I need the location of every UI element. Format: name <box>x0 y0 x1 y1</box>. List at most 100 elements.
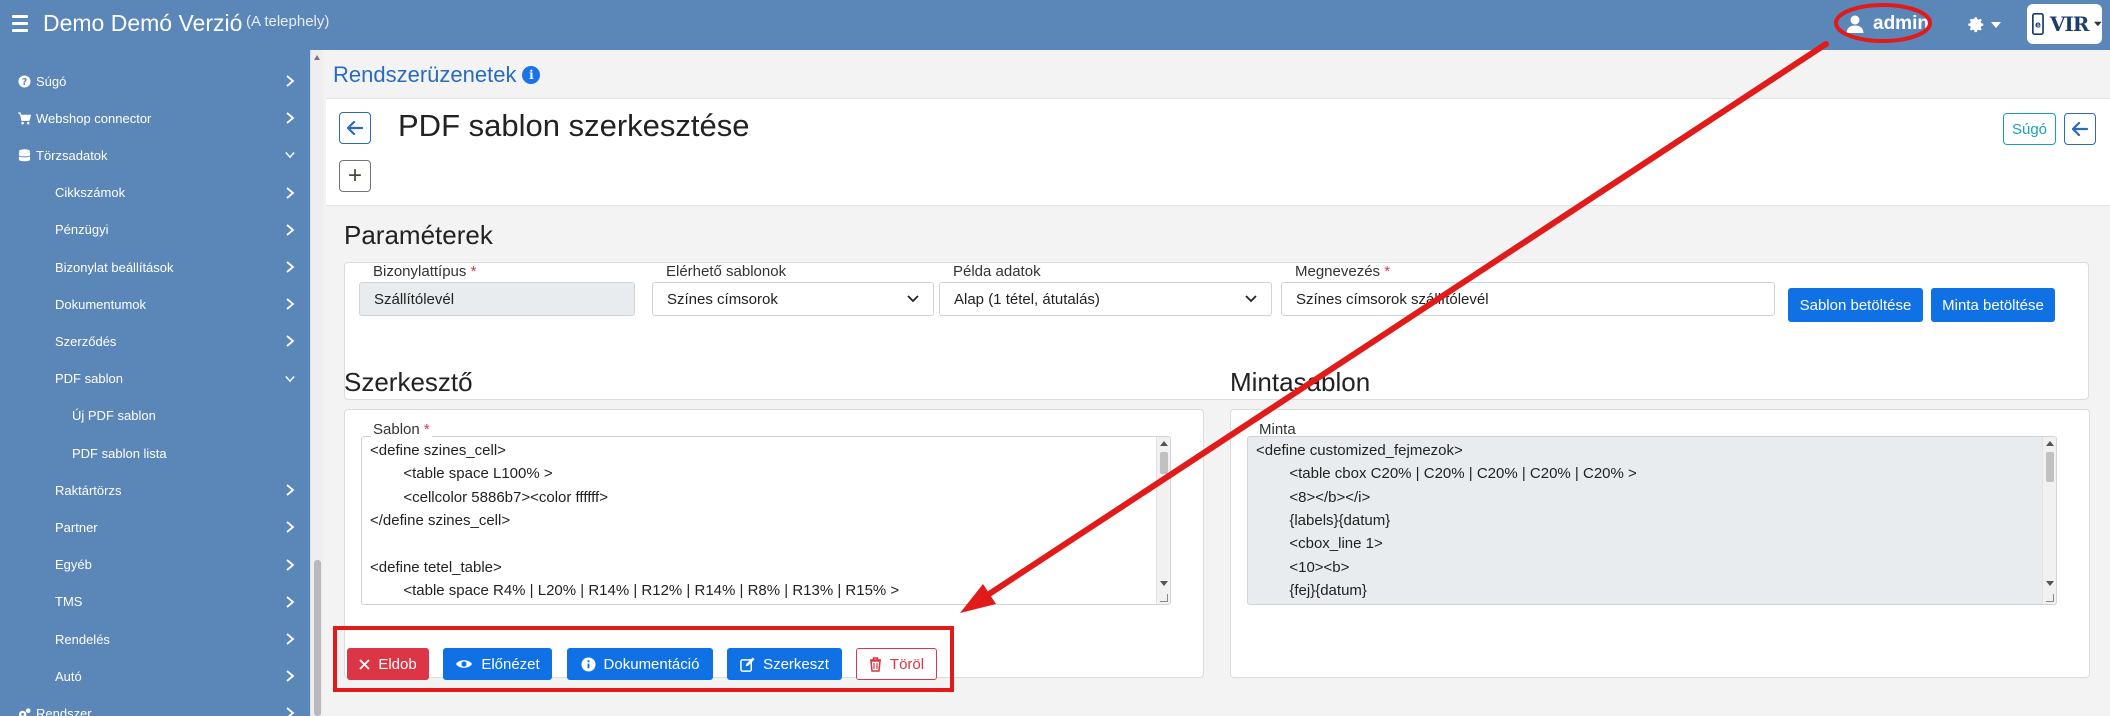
textarea-scroll-thumb[interactable] <box>1160 452 1168 474</box>
svg-text:e: e <box>2035 19 2041 29</box>
edit-icon <box>740 656 755 672</box>
back-button-right[interactable] <box>2064 113 2096 145</box>
scroll-up-arrow-icon[interactable] <box>1160 441 1168 446</box>
add-button[interactable]: + <box>339 160 371 192</box>
templates-select[interactable]: Színes címsorok <box>652 282 934 316</box>
discard-button[interactable]: Eldob <box>347 648 429 680</box>
scroll-up-arrow-icon[interactable] <box>2046 441 2054 446</box>
params-card: Szállítólevél Bizonylattípus * Színes cí… <box>344 262 2089 400</box>
name-input[interactable]: Színes címsorok szállítólevél <box>1281 282 1775 316</box>
code-line: <cellcolor 5886b7><color ffffff> <box>370 488 608 506</box>
sample-textarea[interactable]: <define customized_fejmezok> <table cbox… <box>1247 436 2057 605</box>
edit-button[interactable]: Szerkeszt <box>727 648 842 680</box>
chevron-right-icon <box>286 75 295 87</box>
sidebar-item[interactable]: Szerződés <box>0 325 310 357</box>
chevron-right-icon <box>286 298 295 310</box>
hamburger-menu-icon[interactable] <box>12 15 28 35</box>
company-logo[interactable]: e VIR <box>2027 4 2102 44</box>
main-content: Rendszerüzenetek i PDF sablon szerkeszté… <box>323 50 2110 716</box>
scroll-down-arrow-icon[interactable] <box>2046 581 2054 586</box>
sidebar-item-label: Rendelés <box>55 631 110 647</box>
chevron-right-icon <box>286 224 295 236</box>
site-label: (A telephely) <box>246 13 330 30</box>
svg-text:?: ? <box>22 76 27 87</box>
sidebar-item[interactable]: Raktártörzs <box>0 474 310 506</box>
editor-card: <define szines_cell> <table space L100% … <box>344 409 1204 678</box>
caret-down-icon <box>2094 21 2102 27</box>
user-menu[interactable]: admin <box>1845 8 1929 40</box>
resize-grip-icon[interactable] <box>1160 594 1168 602</box>
logo-mark-icon: e <box>2032 12 2044 36</box>
sidebar-item[interactable]: PDF sablon <box>0 363 310 395</box>
user-icon <box>1846 15 1864 33</box>
chevron-right-icon <box>286 633 295 645</box>
caret-down-icon <box>1991 22 2001 28</box>
sidebar-scroll-thumb[interactable] <box>314 560 321 716</box>
sidebar-item[interactable]: Törzsadatok <box>0 139 310 171</box>
sidebar-item[interactable]: Cikkszámok <box>0 177 310 209</box>
breadcrumb-link[interactable]: Rendszerüzenetek <box>333 62 516 88</box>
trash-icon <box>869 656 881 672</box>
edit-label: Szerkeszt <box>763 655 829 673</box>
sidebar-item[interactable]: TMS <box>0 586 310 618</box>
sidebar-scrollbar[interactable] <box>310 50 323 716</box>
sidebar-item[interactable]: Új PDF sablon <box>0 400 310 432</box>
back-button[interactable] <box>339 112 371 144</box>
scroll-up-arrow-icon[interactable] <box>314 55 320 60</box>
sidebar-item[interactable]: Webshop connector <box>0 102 310 134</box>
close-icon <box>359 658 370 670</box>
sidebar-item[interactable]: ? Súgó <box>0 65 310 97</box>
cart-icon <box>18 112 31 125</box>
resize-grip-icon[interactable] <box>2046 594 2054 602</box>
sample-data-select[interactable]: Alap (1 tétel, átutalás) <box>939 282 1272 316</box>
sidebar-item-label: Pénzügyi <box>55 222 109 238</box>
sidebar-item[interactable]: Autó <box>0 660 310 692</box>
chevron-right-icon <box>286 596 295 608</box>
database-icon <box>18 149 31 162</box>
info-icon[interactable]: i <box>522 66 541 84</box>
delete-label: Töröl <box>889 655 925 673</box>
textarea-scrollbar[interactable] <box>1156 437 1170 604</box>
templates-selected-value: Színes címsorok <box>667 290 778 308</box>
delete-button[interactable]: Töröl <box>856 648 937 680</box>
sidebar-item[interactable]: Pénzügyi <box>0 214 310 246</box>
cogs-icon <box>18 708 31 716</box>
load-template-button[interactable]: Sablon betöltése <box>1788 288 1923 322</box>
scroll-down-arrow-icon[interactable] <box>1160 581 1168 586</box>
preview-button[interactable]: Előnézet <box>443 648 552 680</box>
sidebar-item[interactable]: Dokumentumok <box>0 288 310 320</box>
textarea-scrollbar[interactable] <box>2042 437 2056 604</box>
question-circle-icon: ? <box>18 74 31 87</box>
sidebar-item-label: Raktártörzs <box>55 482 122 498</box>
load-sample-button[interactable]: Minta betöltése <box>1931 288 2055 322</box>
sidebar-item[interactable]: Rendelés <box>0 623 310 655</box>
template-textarea[interactable]: <define szines_cell> <table space L100% … <box>361 436 1171 605</box>
chevron-right-icon <box>286 112 295 124</box>
sidebar-item-label: Szerződés <box>55 333 117 349</box>
sidebar-item-label: TMS <box>55 594 83 610</box>
chevron-right-icon <box>286 186 295 199</box>
sidebar-item-label: Dokumentumok <box>55 296 147 312</box>
code-line: {fej}{datum} <box>1256 581 1367 599</box>
sidebar-item[interactable]: PDF sablon lista <box>0 437 310 469</box>
textarea-scroll-thumb[interactable] <box>2046 452 2054 482</box>
settings-menu[interactable] <box>1965 12 2003 38</box>
sidebar-item[interactable]: Egyéb <box>0 549 310 581</box>
chevron-right-icon <box>286 261 295 273</box>
documentation-button[interactable]: Dokumentáció <box>567 648 713 680</box>
doc-type-label: Bizonylattípus * <box>373 263 477 280</box>
sample-field-label: Minta <box>1259 421 1296 438</box>
sidebar-item[interactable]: Rendszer <box>0 697 310 716</box>
help-button[interactable]: Súgó <box>2003 113 2056 145</box>
code-line: <table cbox C20% | C20% | C20% | C20% | … <box>1256 465 1637 483</box>
sidebar-item[interactable]: Bizonylat beállítások <box>0 251 310 283</box>
sidebar-item[interactable]: Partner <box>0 511 310 543</box>
sample-title: Mintasablon <box>1230 367 1371 397</box>
sidebar-item-label: Egyéb <box>55 557 92 573</box>
chevron-right-icon <box>286 670 295 682</box>
code-line: <10><b> <box>1256 558 1350 576</box>
gear-icon <box>1968 17 1984 33</box>
editor-title: Szerkesztő <box>344 367 473 397</box>
sidebar-item-label: Rendszer <box>36 705 92 716</box>
info-circle-icon <box>581 656 596 672</box>
